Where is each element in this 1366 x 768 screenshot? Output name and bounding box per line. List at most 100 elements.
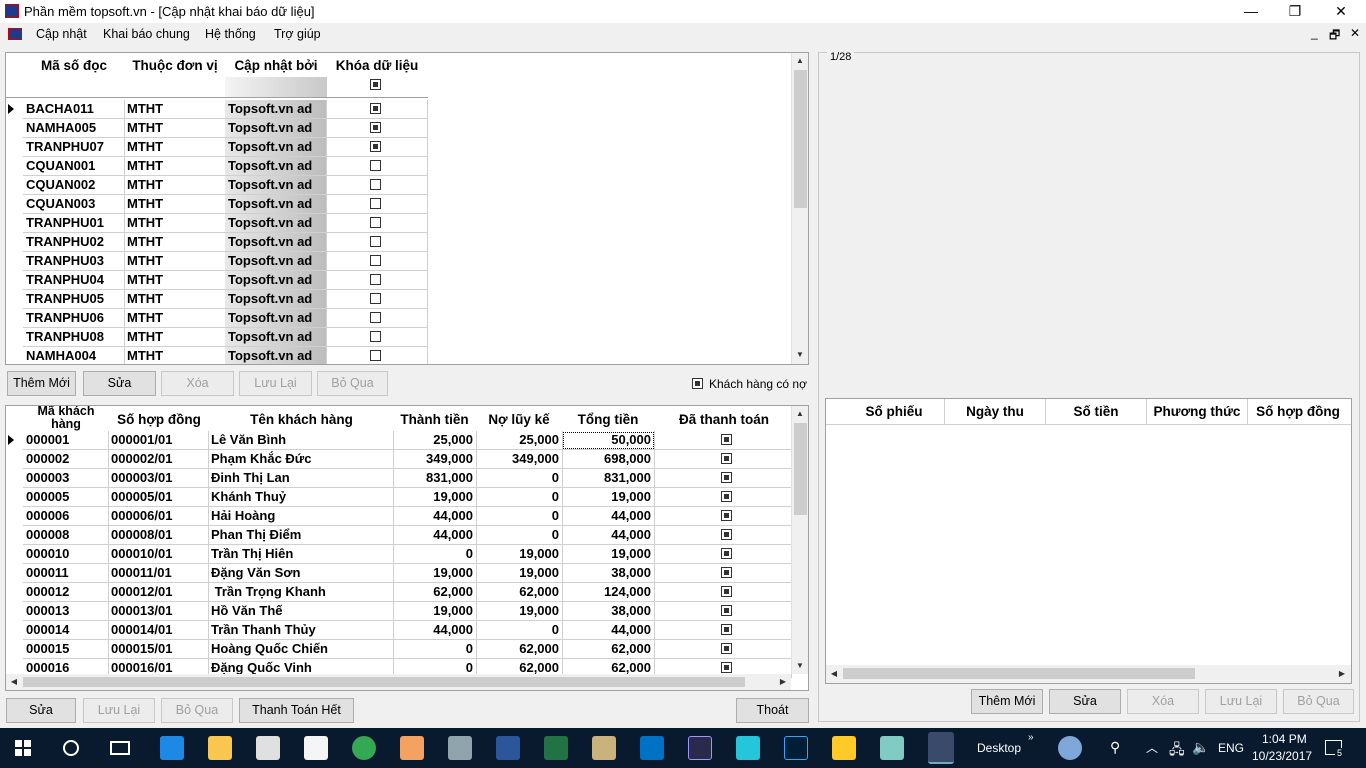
total-cell[interactable]: 831,000 [562, 469, 655, 488]
scroll-right-icon[interactable]: ▶ [775, 674, 791, 690]
amount-cell[interactable]: 44,000 [393, 507, 477, 526]
menu-tro-giup[interactable]: Trợ giúp [274, 27, 321, 41]
archive-icon[interactable] [592, 736, 616, 760]
table-row[interactable]: TRANPHU03 MTHT Topsoft.vn ad [6, 252, 428, 271]
maximize-button[interactable]: ❐ [1272, 0, 1318, 23]
contract-number-cell[interactable]: 000015/01 [108, 640, 209, 659]
topsoft-taskbar-icon[interactable] [928, 732, 954, 764]
contract-number-cell[interactable]: 000012/01 [108, 583, 209, 602]
reader-code-cell[interactable]: TRANPHU07 [23, 138, 125, 157]
customer-name-cell[interactable]: Trần Thanh Thủy [208, 621, 394, 640]
reader-unit-cell[interactable]: MTHT [124, 347, 226, 364]
reader-unit-cell[interactable]: MTHT [124, 328, 226, 347]
accumulated-debt-cell[interactable]: 0 [476, 526, 563, 545]
notes-icon[interactable] [880, 736, 904, 760]
lock-checkbox[interactable] [370, 274, 381, 285]
menu-cap-nhat[interactable]: Cập nhật [36, 27, 87, 41]
table-row[interactable]: 000002 000002/01 Phạm Khắc Đức 349,000 349,0… [6, 450, 792, 469]
lock-checkbox[interactable] [370, 103, 381, 114]
reader-code-cell[interactable]: NAMHA004 [23, 347, 125, 364]
reader-code-cell[interactable]: TRANPHU01 [23, 214, 125, 233]
reader-unit-cell[interactable]: MTHT [124, 176, 226, 195]
word-icon[interactable] [496, 736, 520, 760]
add-new-button[interactable]: Thêm Mới [7, 371, 76, 396]
contract-number-cell[interactable]: 000008/01 [108, 526, 209, 545]
amount-cell[interactable]: 831,000 [393, 469, 477, 488]
after-effects-icon[interactable] [688, 736, 712, 760]
col-header-no-luy-ke[interactable]: Nợ lũy kế [476, 412, 562, 427]
table-row[interactable]: CQUAN001 MTHT Topsoft.vn ad [6, 157, 428, 176]
toolbar-expand-icon[interactable]: » [1028, 732, 1034, 743]
col-header-ngay-thu[interactable]: Ngày thu [945, 404, 1045, 419]
customer-name-cell[interactable]: Hoàng Quốc Chiến [208, 640, 394, 659]
paid-checkbox[interactable] [721, 567, 732, 578]
scroll-down-icon[interactable]: ▼ [792, 658, 808, 674]
windows-start-icon[interactable] [15, 740, 31, 756]
hscroll-thumb[interactable] [843, 668, 1195, 679]
lock-checkbox[interactable] [370, 312, 381, 323]
scroll-up-icon[interactable]: ▲ [792, 406, 808, 422]
mail-icon[interactable] [304, 736, 328, 760]
mdi-minimize-button[interactable]: _ [1311, 26, 1318, 40]
scroll-left-icon[interactable]: ◀ [826, 666, 842, 682]
exit-button[interactable]: Thoát [736, 698, 809, 723]
scroll-down-icon[interactable]: ▼ [792, 347, 808, 363]
language-indicator[interactable]: ENG [1218, 741, 1244, 755]
reader-updated-by-cell[interactable]: Topsoft.vn ad [225, 328, 327, 347]
scroll-up-icon[interactable]: ▲ [792, 53, 808, 69]
table-row[interactable]: NAMHA004 MTHT Topsoft.vn ad [6, 347, 428, 364]
table-row[interactable]: TRANPHU08 MTHT Topsoft.vn ad [6, 328, 428, 347]
lock-checkbox[interactable] [370, 122, 381, 133]
reader-updated-by-cell[interactable]: Topsoft.vn ad [225, 100, 327, 119]
table-row[interactable]: CQUAN003 MTHT Topsoft.vn ad [6, 195, 428, 214]
total-cell[interactable]: 44,000 [562, 507, 655, 526]
bottom-edit-button[interactable]: Sửa [6, 698, 76, 723]
accumulated-debt-cell[interactable]: 25,000 [476, 431, 563, 450]
contract-number-cell[interactable]: 000011/01 [108, 564, 209, 583]
lock-checkbox[interactable] [370, 160, 381, 171]
outlook-icon[interactable] [640, 736, 664, 760]
close-button[interactable]: ✕ [1318, 0, 1364, 23]
reader-updated-by-cell[interactable]: Topsoft.vn ad [225, 214, 327, 233]
task-view-icon[interactable] [110, 741, 130, 755]
amount-cell[interactable]: 62,000 [393, 583, 477, 602]
col-header-ten-khach-hang[interactable]: Tên khách hàng [210, 412, 393, 427]
table-row[interactable]: 000011 000011/01 Đặng Văn Sơn 19,000 19,000 3… [6, 564, 792, 583]
customer-id-cell[interactable]: 000005 [23, 488, 109, 507]
pay-all-button[interactable]: Thanh Toán Hết [239, 698, 354, 723]
reader-unit-cell[interactable]: MTHT [124, 195, 226, 214]
total-cell[interactable]: 44,000 [562, 621, 655, 640]
network-icon[interactable]: 🖧 [1169, 739, 1185, 763]
accumulated-debt-cell[interactable]: 349,000 [476, 450, 563, 469]
table-row[interactable]: 000006 000006/01 Hải Hoàng 44,000 0 44,000 [6, 507, 792, 526]
customer-name-cell[interactable]: Đinh Thị Lan [208, 469, 394, 488]
excel-icon[interactable] [544, 736, 568, 760]
col-header-so-tien[interactable]: Số tiền [1046, 404, 1146, 419]
accumulated-debt-cell[interactable]: 62,000 [476, 583, 563, 602]
show-hidden-icons-icon[interactable]: ︿ [1146, 739, 1158, 756]
amount-cell[interactable]: 349,000 [393, 450, 477, 469]
store-icon[interactable] [256, 736, 280, 760]
scroll-left-icon[interactable]: ◀ [6, 674, 22, 690]
clock-date[interactable]: 10/23/2017 [1252, 749, 1312, 763]
accumulated-debt-cell[interactable]: 19,000 [476, 602, 563, 621]
col-header-so-phieu[interactable]: Số phiếu [844, 404, 944, 419]
customer-name-cell[interactable]: Hồ Văn Thế [208, 602, 394, 621]
customer-name-cell[interactable]: Đặng Văn Sơn [208, 564, 394, 583]
col-header-khoa-du-lieu[interactable]: Khóa dữ liệu [327, 58, 427, 73]
customer-name-cell[interactable]: Phan Thị Điểm [208, 526, 394, 545]
accumulated-debt-cell[interactable]: 0 [476, 507, 563, 526]
total-cell[interactable]: 50,000 [562, 431, 655, 450]
amount-cell[interactable]: 19,000 [393, 564, 477, 583]
right-save-button[interactable]: Lưu Lại [1205, 689, 1277, 714]
contract-number-cell[interactable]: 000014/01 [108, 621, 209, 640]
reader-unit-cell[interactable]: MTHT [124, 100, 226, 119]
cortana-icon[interactable] [1058, 736, 1082, 760]
right-edit-button[interactable]: Sửa [1049, 689, 1121, 714]
accumulated-debt-cell[interactable]: 0 [476, 469, 563, 488]
lock-checkbox[interactable] [370, 141, 381, 152]
table-row[interactable]: TRANPHU07 MTHT Topsoft.vn ad [6, 138, 428, 157]
mdi-close-button[interactable]: ✕ [1350, 26, 1360, 40]
reader-unit-cell[interactable]: MTHT [124, 290, 226, 309]
table-row[interactable]: 000013 000013/01 Hồ Văn Thế 19,000 19,000 38,… [6, 602, 792, 621]
